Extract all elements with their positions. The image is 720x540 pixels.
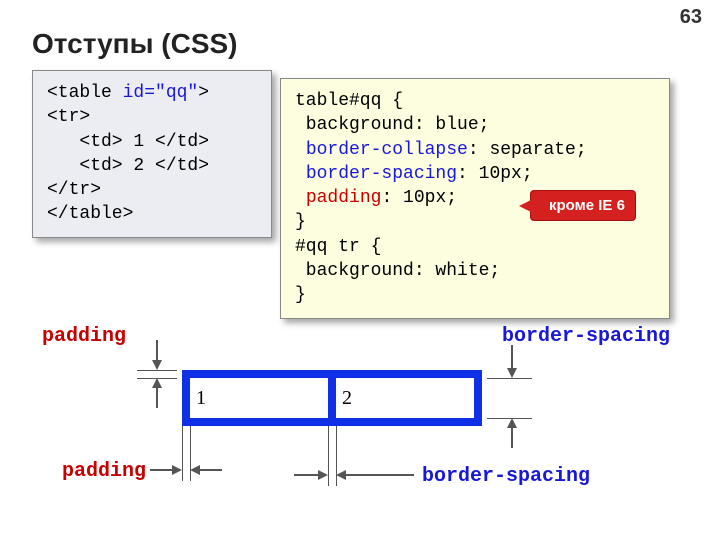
code-keyword: border-spacing xyxy=(306,164,457,184)
demo-cell-1: 1 xyxy=(190,378,328,418)
padding-label-top: padding xyxy=(42,325,126,348)
code-line: <tr> xyxy=(47,107,90,127)
code-line: : 10px; xyxy=(457,164,533,184)
page-number: 63 xyxy=(680,6,702,29)
code-line: #qq tr { xyxy=(295,237,381,257)
code-line: background: white; xyxy=(295,261,500,281)
code-line: : separate; xyxy=(468,140,587,160)
code-keyword: padding xyxy=(306,188,382,208)
spacing-label-bottom: border-spacing xyxy=(422,465,590,488)
spacing-label-top: border-spacing xyxy=(502,325,670,348)
code-line: > xyxy=(198,83,209,103)
code-line: <td> 2 </td> xyxy=(47,156,209,176)
code-line: : 10px; xyxy=(381,188,457,208)
code-line xyxy=(295,188,306,208)
demo-table: 1 2 xyxy=(182,370,482,426)
code-line xyxy=(295,164,306,184)
diagram: padding padding border-spacing border-sp… xyxy=(32,330,682,530)
code-line xyxy=(295,140,306,160)
demo-cell-2: 2 xyxy=(336,378,474,418)
code-line: <td> 1 </td> xyxy=(47,132,209,152)
page-title: Отступы (CSS) xyxy=(32,28,238,60)
code-keyword: border-collapse xyxy=(306,140,468,160)
callout-badge: кроме IE 6 xyxy=(530,190,636,221)
code-line: } xyxy=(295,285,306,305)
code-line: </table> xyxy=(47,204,133,224)
code-line: background: blue; xyxy=(295,115,489,135)
code-line: <table xyxy=(47,83,123,103)
code-line: table#qq { xyxy=(295,91,403,111)
html-code-block: <table id="qq"> <tr> <td> 1 </td> <td> 2… xyxy=(32,70,272,238)
padding-label-bottom: padding xyxy=(62,460,146,483)
code-keyword: id="qq" xyxy=(123,83,199,103)
code-line: } xyxy=(295,212,306,232)
code-line: </tr> xyxy=(47,180,101,200)
